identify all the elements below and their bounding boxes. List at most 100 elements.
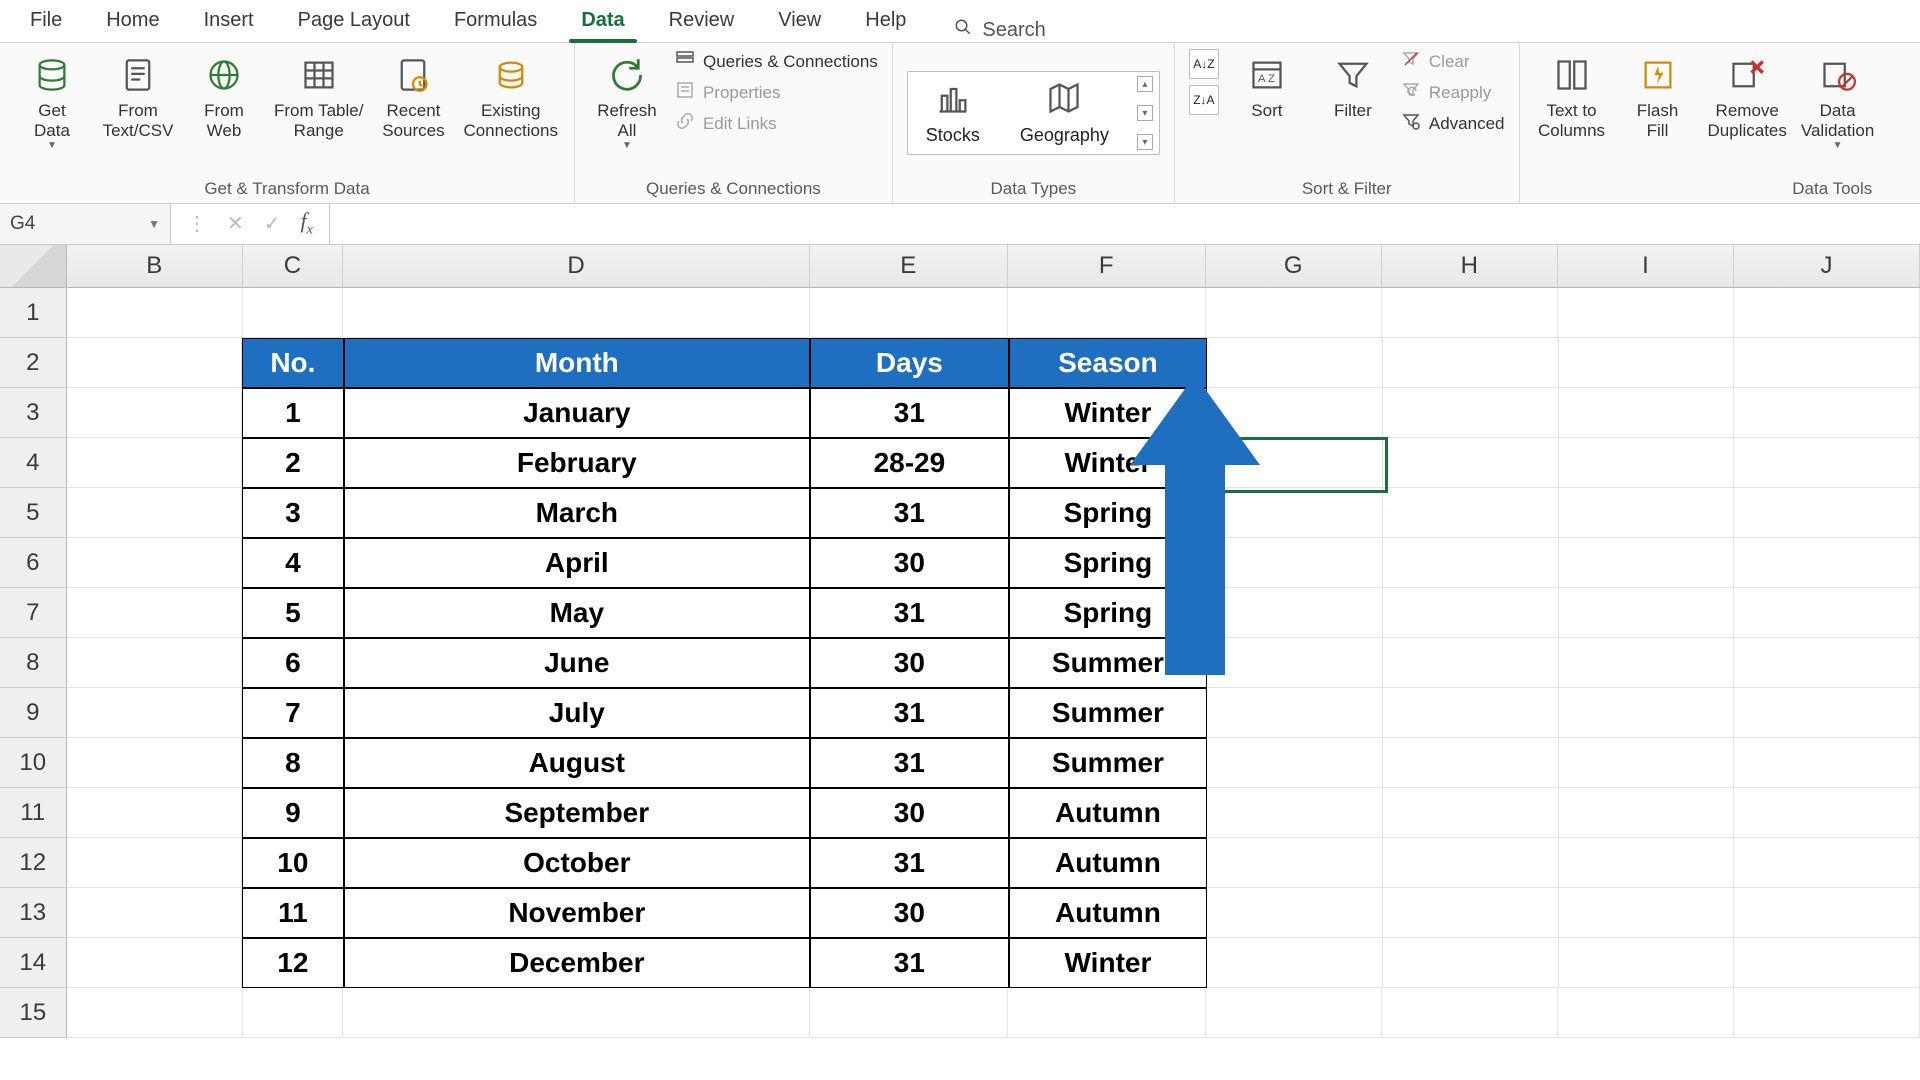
advanced-filter-button[interactable]: Advanced: [1401, 111, 1505, 136]
cell[interactable]: [1207, 338, 1383, 388]
cell[interactable]: [67, 788, 243, 838]
cell[interactable]: [1734, 538, 1920, 588]
row-header-10[interactable]: 10: [0, 738, 67, 788]
table-cell[interactable]: 9: [242, 788, 343, 838]
cell[interactable]: [67, 738, 243, 788]
table-cell[interactable]: March: [344, 488, 811, 538]
queries-connections-button[interactable]: Queries & Connections: [675, 49, 878, 74]
table-cell[interactable]: 30: [810, 538, 1009, 588]
cell[interactable]: [1207, 488, 1383, 538]
cell[interactable]: [1559, 388, 1735, 438]
cell[interactable]: [1207, 588, 1383, 638]
table-cell[interactable]: Summer: [1009, 738, 1208, 788]
cell[interactable]: [1734, 788, 1920, 838]
cell[interactable]: [67, 688, 243, 738]
table-cell[interactable]: 3: [242, 488, 343, 538]
cell[interactable]: [1383, 638, 1559, 688]
table-cell[interactable]: 31: [810, 838, 1009, 888]
gallery-up-icon[interactable]: ▴: [1137, 76, 1153, 92]
table-cell[interactable]: February: [344, 438, 811, 488]
data-validation-button[interactable]: Data Validation ▼: [1799, 49, 1876, 156]
tab-file[interactable]: File: [8, 1, 84, 42]
cell[interactable]: [1734, 288, 1920, 338]
table-cell[interactable]: October: [344, 838, 811, 888]
table-cell[interactable]: Summer: [1009, 688, 1208, 738]
table-cell[interactable]: September: [344, 788, 811, 838]
tab-page-layout[interactable]: Page Layout: [276, 1, 432, 42]
sort-button[interactable]: A Z Sort: [1229, 49, 1305, 125]
cell[interactable]: [67, 938, 243, 988]
table-header-days[interactable]: Days: [810, 338, 1009, 388]
row-header-4[interactable]: 4: [0, 438, 67, 488]
cell[interactable]: [1383, 888, 1559, 938]
cell[interactable]: [1734, 938, 1920, 988]
table-cell[interactable]: 7: [242, 688, 343, 738]
table-cell[interactable]: 31: [810, 688, 1009, 738]
formula-input[interactable]: [330, 204, 1920, 244]
worksheet[interactable]: B C D E F G H I J 12No.MonthDaysSeason31…: [0, 245, 1920, 1038]
table-cell[interactable]: 10: [242, 838, 343, 888]
table-cell[interactable]: 30: [810, 788, 1009, 838]
table-cell[interactable]: 1: [242, 388, 343, 438]
cell[interactable]: [1207, 888, 1383, 938]
cell[interactable]: [1383, 438, 1559, 488]
row-header-14[interactable]: 14: [0, 938, 67, 988]
cell[interactable]: [1383, 588, 1559, 638]
row-header-3[interactable]: 3: [0, 388, 67, 438]
from-text-csv-button[interactable]: From Text/CSV: [100, 49, 176, 144]
cell[interactable]: [1734, 988, 1920, 1038]
cell[interactable]: [67, 288, 243, 338]
stocks-type-button[interactable]: Stocks: [914, 76, 992, 150]
table-cell[interactable]: Spring: [1009, 538, 1208, 588]
row-header-13[interactable]: 13: [0, 888, 67, 938]
tab-review[interactable]: Review: [647, 1, 757, 42]
table-cell[interactable]: 5: [242, 588, 343, 638]
table-cell[interactable]: December: [344, 938, 811, 988]
gallery-more-icon[interactable]: ▾: [1137, 134, 1153, 150]
cell[interactable]: [67, 438, 243, 488]
cell[interactable]: [67, 588, 243, 638]
sort-desc-button[interactable]: Z↓A: [1189, 85, 1219, 115]
cell[interactable]: [1207, 438, 1383, 488]
cell[interactable]: [1207, 938, 1383, 988]
table-cell[interactable]: May: [344, 588, 811, 638]
cell[interactable]: [67, 488, 243, 538]
search-box[interactable]: Search: [954, 18, 1045, 42]
cell[interactable]: [67, 988, 243, 1038]
table-cell[interactable]: November: [344, 888, 811, 938]
table-cell[interactable]: January: [344, 388, 811, 438]
table-cell[interactable]: August: [344, 738, 811, 788]
cell[interactable]: [1207, 788, 1383, 838]
cell[interactable]: [810, 988, 1008, 1038]
table-header-month[interactable]: Month: [344, 338, 811, 388]
cell[interactable]: [1206, 988, 1382, 1038]
cell[interactable]: [1383, 938, 1559, 988]
from-table-range-button[interactable]: From Table/ Range: [272, 49, 365, 144]
table-cell[interactable]: Spring: [1009, 588, 1208, 638]
table-cell[interactable]: 31: [810, 388, 1009, 438]
table-cell[interactable]: July: [344, 688, 811, 738]
recent-sources-button[interactable]: Recent Sources: [375, 49, 451, 144]
tab-insert[interactable]: Insert: [182, 1, 276, 42]
table-cell[interactable]: June: [344, 638, 811, 688]
row-header-6[interactable]: 6: [0, 538, 67, 588]
remove-duplicates-button[interactable]: Remove Duplicates: [1706, 49, 1789, 144]
table-cell[interactable]: April: [344, 538, 811, 588]
name-box[interactable]: G4 ▼: [0, 204, 171, 244]
cell[interactable]: [1207, 538, 1383, 588]
filter-button[interactable]: Filter: [1315, 49, 1391, 125]
cell[interactable]: [1734, 738, 1920, 788]
table-cell[interactable]: Autumn: [1009, 788, 1208, 838]
cell[interactable]: [1207, 388, 1383, 438]
cell[interactable]: [1559, 638, 1735, 688]
cell[interactable]: [1734, 488, 1920, 538]
table-cell[interactable]: 12: [242, 938, 343, 988]
table-cell[interactable]: 6: [242, 638, 343, 688]
tab-formulas[interactable]: Formulas: [432, 1, 559, 42]
cell[interactable]: [1559, 738, 1735, 788]
cell[interactable]: [1206, 288, 1382, 338]
cell[interactable]: [1383, 538, 1559, 588]
cell[interactable]: [1734, 888, 1920, 938]
cell[interactable]: [1383, 688, 1559, 738]
cell[interactable]: [67, 538, 243, 588]
